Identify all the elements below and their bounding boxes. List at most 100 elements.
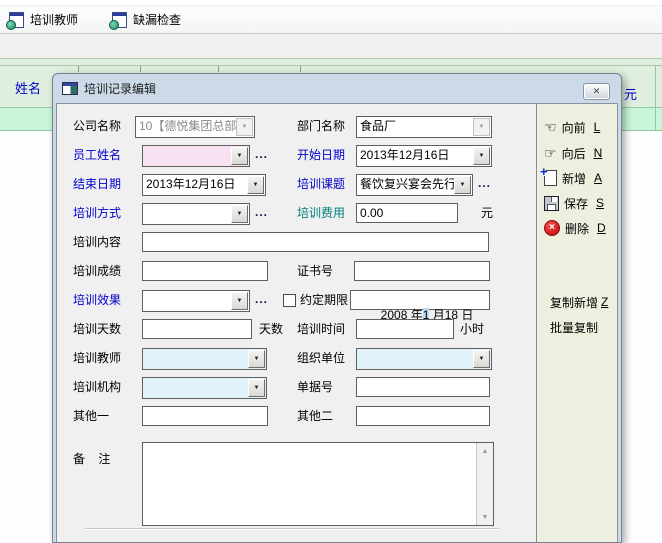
days-unit-label: 天数 bbox=[259, 319, 283, 339]
dialog-title: 培训记录编辑 bbox=[84, 80, 156, 97]
toolbar-button-label: 培训教师 bbox=[30, 11, 78, 28]
main-toolbar: 培训教师 缺漏检查 bbox=[0, 5, 662, 34]
toolbar-button-label: 缺漏检查 bbox=[133, 11, 181, 28]
grid-header-line bbox=[0, 65, 662, 66]
effect-lookup-button[interactable]: ... bbox=[255, 290, 268, 310]
delete-button[interactable]: × 删除D bbox=[544, 219, 606, 237]
batch-copy-button[interactable]: 批量复制 bbox=[550, 318, 601, 336]
grid-header-yuan: 元 bbox=[624, 84, 637, 103]
company-name-label: 公司名称 bbox=[73, 116, 121, 136]
memo-textarea[interactable]: ▲ ▼ bbox=[142, 442, 494, 526]
content-input[interactable] bbox=[142, 232, 489, 252]
days-label: 培训天数 bbox=[73, 319, 121, 339]
fee-label: 培训费用 bbox=[297, 203, 345, 223]
grid-column-divider bbox=[655, 66, 656, 131]
toolbar-button-training-teacher[interactable]: 培训教师 bbox=[5, 8, 82, 32]
org-unit-combo[interactable]: ▼ bbox=[356, 348, 492, 370]
memo-scrollbar[interactable]: ▲ ▼ bbox=[476, 443, 493, 525]
form-globe-icon bbox=[9, 12, 24, 28]
hotkey: D bbox=[597, 221, 606, 235]
hotkey: Z bbox=[601, 295, 608, 309]
grid-header-name: 姓名 bbox=[15, 78, 41, 97]
content-label: 培训内容 bbox=[73, 232, 121, 252]
time-unit-label: 小时 bbox=[460, 319, 484, 339]
department-combo[interactable]: 食品厂 ▼ bbox=[356, 116, 492, 138]
hotkey: N bbox=[594, 146, 603, 160]
score-label: 培训成绩 bbox=[73, 261, 121, 281]
chevron-down-icon: ▼ bbox=[473, 118, 490, 136]
chevron-down-icon: ▼ bbox=[454, 176, 471, 194]
method-lookup-button[interactable]: ... bbox=[255, 203, 268, 223]
training-record-edit-dialog: 培训记录编辑 ✕ 公司名称 10【德悦集团总部】 ▼ 部门名称 食品厂 ▼ 员工… bbox=[52, 73, 622, 543]
method-combo[interactable]: ▼ bbox=[142, 203, 250, 225]
command-panel: ☜ 向前L ☞ 向后N + 新增A 保存S × 删除D 复制新增Z bbox=[538, 104, 617, 542]
save-button[interactable]: 保存S bbox=[544, 194, 604, 212]
days-input[interactable] bbox=[142, 319, 252, 339]
delete-x-icon: × bbox=[544, 220, 560, 236]
topic-label: 培训课题 bbox=[297, 174, 345, 194]
form-divider bbox=[85, 528, 499, 529]
other1-input[interactable] bbox=[142, 406, 268, 426]
org-unit-label: 组织单位 bbox=[297, 348, 345, 368]
close-button[interactable]: ✕ bbox=[583, 83, 610, 100]
hotkey: A bbox=[594, 171, 602, 185]
effect-combo[interactable]: ▼ bbox=[142, 290, 250, 312]
employee-name-label: 员工姓名 bbox=[73, 145, 121, 165]
employee-name-combo[interactable]: ▼ bbox=[142, 145, 250, 167]
topic-lookup-button[interactable]: ... bbox=[478, 174, 491, 194]
institution-combo[interactable]: ▼ bbox=[142, 377, 267, 399]
agreed-term-date-picker[interactable]: 2008 年1 月18 日 bbox=[350, 290, 490, 310]
employee-lookup-button[interactable]: ... bbox=[255, 145, 268, 165]
company-name-combo[interactable]: 10【德悦集团总部】 ▼ bbox=[135, 116, 255, 138]
agreed-term-checkbox[interactable] bbox=[283, 294, 296, 307]
start-date-picker[interactable]: 2013年12月16日 ▼ bbox=[356, 145, 492, 167]
teacher-label: 培训教师 bbox=[73, 348, 121, 368]
cert-no-input[interactable] bbox=[354, 261, 490, 281]
window-icon bbox=[62, 82, 78, 95]
department-label: 部门名称 bbox=[297, 116, 345, 136]
next-button[interactable]: ☞ 向后N bbox=[544, 144, 602, 162]
form-panel: 公司名称 10【德悦集团总部】 ▼ 部门名称 食品厂 ▼ 员工姓名 ▼ ... … bbox=[57, 104, 537, 542]
institution-label: 培训机构 bbox=[73, 377, 121, 397]
new-record-icon: + bbox=[544, 170, 557, 186]
hand-right-icon: ☞ bbox=[544, 146, 557, 160]
fee-input[interactable]: 0.00 bbox=[356, 203, 458, 223]
prev-button[interactable]: ☜ 向前L bbox=[544, 118, 600, 136]
scroll-down-icon[interactable]: ▼ bbox=[477, 510, 493, 524]
time-label: 培训时间 bbox=[297, 319, 345, 339]
copy-add-button[interactable]: 复制新增Z bbox=[550, 293, 608, 311]
chevron-down-icon: ▼ bbox=[236, 118, 253, 136]
grid-column-divider bbox=[78, 66, 79, 72]
method-label: 培训方式 bbox=[73, 203, 121, 223]
cert-no-label: 证书号 bbox=[297, 261, 333, 281]
doc-no-input[interactable] bbox=[356, 377, 490, 397]
other1-label: 其他一 bbox=[73, 406, 109, 426]
memo-label: 备 注 bbox=[73, 449, 110, 469]
add-button[interactable]: + 新增A bbox=[544, 169, 602, 187]
score-input[interactable] bbox=[142, 261, 268, 281]
hotkey: L bbox=[594, 120, 601, 134]
time-input[interactable] bbox=[356, 319, 454, 339]
chevron-down-icon: ▼ bbox=[231, 292, 248, 310]
chevron-down-icon: ▼ bbox=[248, 379, 265, 397]
dialog-titlebar[interactable]: 培训记录编辑 bbox=[53, 74, 621, 103]
grid-column-divider bbox=[140, 66, 141, 72]
close-icon: ✕ bbox=[593, 86, 601, 97]
teacher-combo[interactable]: ▼ bbox=[142, 348, 267, 370]
chevron-down-icon: ▼ bbox=[231, 205, 248, 223]
hotkey: S bbox=[596, 196, 604, 210]
topic-combo[interactable]: 餐饮复兴宴会先行 ▼ bbox=[356, 174, 473, 196]
dialog-client-area: 公司名称 10【德悦集团总部】 ▼ 部门名称 食品厂 ▼ 员工姓名 ▼ ... … bbox=[56, 103, 618, 542]
hand-left-icon: ☜ bbox=[544, 120, 557, 134]
grid-column-divider bbox=[300, 66, 301, 72]
grid-column-divider bbox=[218, 66, 219, 72]
agreed-term-label: 约定期限 bbox=[300, 290, 348, 310]
toolbar-button-gap-check[interactable]: 缺漏检查 bbox=[108, 8, 185, 32]
other2-input[interactable] bbox=[356, 406, 490, 426]
end-date-picker[interactable]: 2013年12月16日 ▼ bbox=[142, 174, 266, 196]
background-strip bbox=[0, 34, 662, 58]
form-globe-icon bbox=[112, 12, 127, 28]
scroll-up-icon[interactable]: ▲ bbox=[477, 444, 493, 458]
chevron-down-icon: ▼ bbox=[473, 147, 490, 165]
other2-label: 其他二 bbox=[297, 406, 333, 426]
